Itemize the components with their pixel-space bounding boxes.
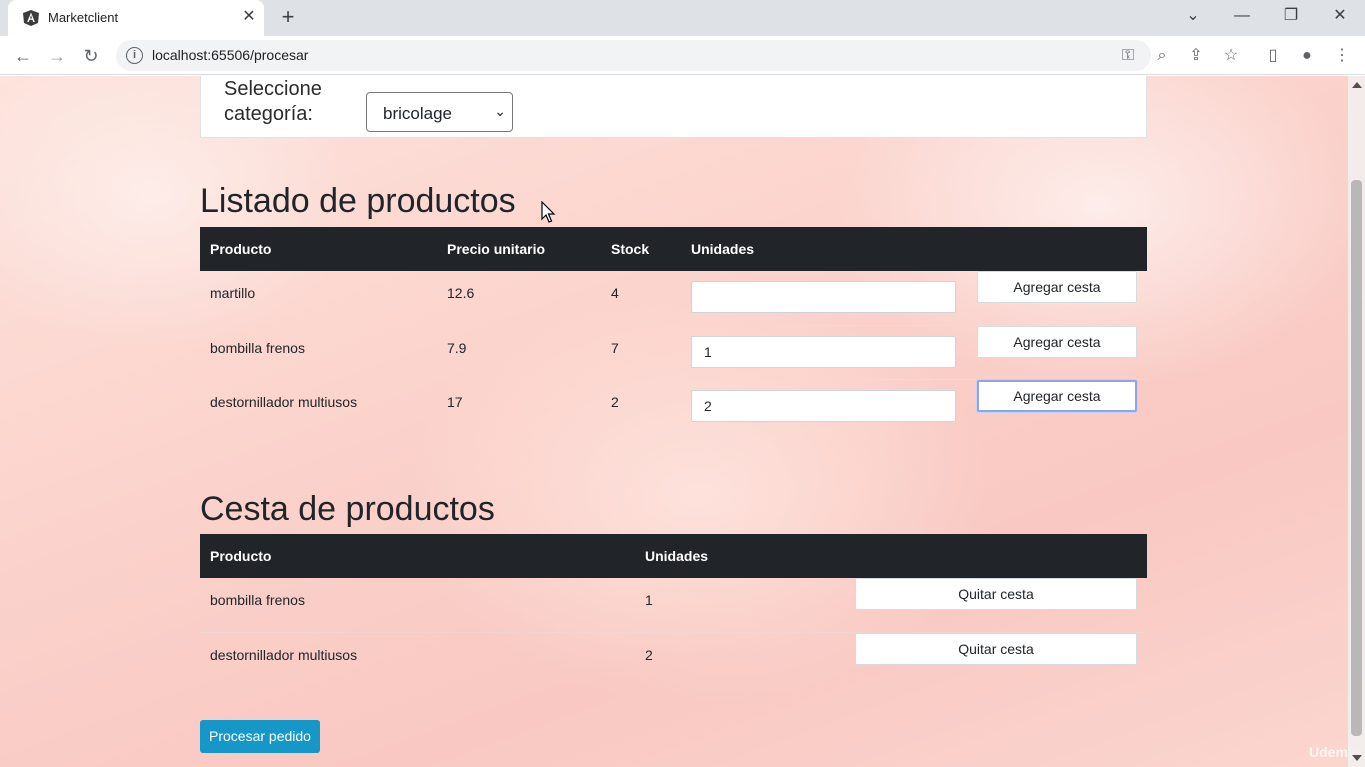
product-stock: 4 [611,285,619,301]
product-name: martillo [210,285,256,301]
minimize-icon[interactable]: — [1228,4,1256,28]
url-text: localhost:65506/procesar [152,47,309,63]
category-select-value: bricolage [383,104,452,123]
close-window-icon[interactable]: ✕ [1326,4,1354,28]
mouse-cursor-icon [541,201,556,223]
units-input[interactable] [691,281,956,313]
browser-toolbar: ← → ↻ i localhost:65506/procesar ⚿ ⌕ ⇪ ☆… [0,36,1365,75]
units-input[interactable]: 1 [691,336,956,368]
products-table-header: Producto Precio unitario Stock Unidades [200,227,1147,271]
products-heading: Listado de productos [200,182,516,220]
scroll-down-arrow-icon[interactable] [1352,755,1362,761]
basket-heading: Cesta de productos [200,490,495,528]
address-bar[interactable]: i localhost:65506/procesar [116,40,1151,71]
col-precio-unitario: Precio unitario [447,241,546,257]
reload-icon[interactable]: ↻ [79,44,103,68]
tab-title: Marketclient [48,10,119,25]
category-label: Seleccione categoría: [224,78,322,125]
table-row: martillo 12.6 4 Agregar cesta [200,271,1147,325]
col-stock: Stock [611,241,650,257]
add-to-basket-button[interactable]: Agregar cesta [977,271,1137,303]
col-unidades: Unidades [691,241,755,257]
share-icon[interactable]: ⇪ [1185,45,1207,67]
zoom-icon[interactable]: ⌕ [1151,45,1173,67]
side-panel-icon[interactable]: ▯ [1262,45,1284,67]
page-viewport: Seleccione categoría: bricolage ⌄ Listad… [0,76,1365,767]
profile-icon[interactable]: ● [1296,45,1318,67]
col-producto: Producto [210,548,272,564]
product-price: 12.6 [447,285,475,301]
table-row: destornillador multiusos 17 2 2 Agregar … [200,379,1147,433]
product-stock: 7 [611,340,619,356]
category-select[interactable]: bricolage ⌄ [366,92,513,132]
site-info-icon[interactable]: i [126,47,143,64]
table-row: bombilla frenos 1 Quitar cesta [200,578,1147,632]
product-stock: 2 [611,394,619,410]
product-name: destornillador multiusos [210,394,358,410]
tab-search-icon[interactable]: ⌄ [1179,4,1207,28]
scroll-thumb[interactable] [1351,180,1362,736]
basket-product-units: 2 [645,647,653,663]
product-price: 7.9 [447,340,467,356]
new-tab-icon[interactable]: + [277,6,299,28]
chevron-down-icon: ⌄ [494,103,506,119]
add-to-basket-button[interactable]: Agregar cesta [977,380,1137,412]
key-icon[interactable]: ⚿ [1117,45,1139,67]
table-row: destornillador multiusos 2 Quitar cesta [200,632,1147,686]
category-panel: Seleccione categoría: bricolage ⌄ [200,76,1147,138]
scroll-up-arrow-icon[interactable] [1352,82,1362,88]
bookmark-star-icon[interactable]: ☆ [1220,45,1242,67]
back-icon[interactable]: ← [11,44,35,68]
add-to-basket-button[interactable]: Agregar cesta [977,326,1137,358]
units-input[interactable]: 2 [691,390,956,422]
process-order-button[interactable]: Procesar pedido [200,720,320,753]
col-producto: Producto [210,241,272,257]
angular-icon [23,10,39,26]
product-name: bombilla frenos [210,340,305,356]
remove-from-basket-button[interactable]: Quitar cesta [855,633,1137,665]
col-unidades: Unidades [645,548,709,564]
product-price: 17 [447,394,463,410]
basket-table-header: Producto Unidades [200,534,1147,578]
browser-tab-bar: Marketclient ✕ + ⌄ — ❐ ✕ [0,0,1365,36]
menu-icon[interactable]: ⋮ [1331,45,1353,67]
page-scrollbar[interactable] [1348,76,1365,767]
basket-product-name: destornillador multiusos [210,647,358,663]
table-row: bombilla frenos 7.9 7 1 Agregar cesta [200,325,1147,379]
restore-icon[interactable]: ❐ [1277,4,1305,28]
close-tab-icon[interactable]: ✕ [239,7,259,27]
browser-tab[interactable]: Marketclient ✕ [8,0,264,36]
basket-product-name: bombilla frenos [210,592,305,608]
remove-from-basket-button[interactable]: Quitar cesta [855,578,1137,610]
forward-icon[interactable]: → [45,44,69,68]
basket-product-units: 1 [645,592,653,608]
